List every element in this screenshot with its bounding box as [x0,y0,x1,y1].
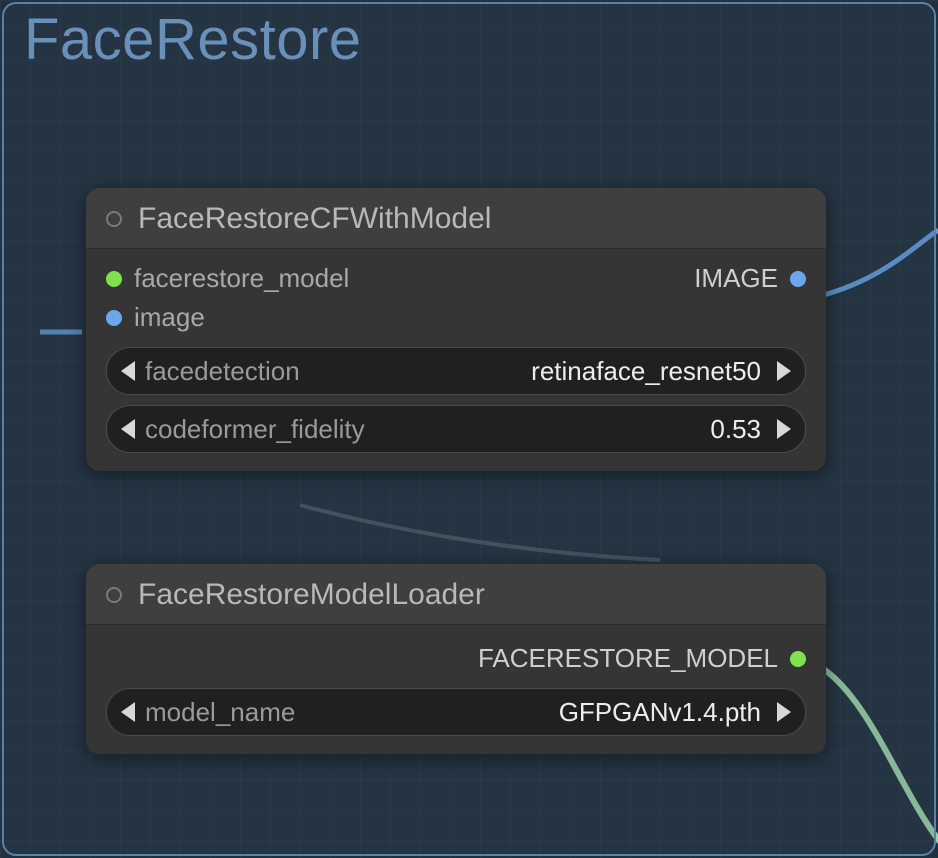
widget-label: codeformer_fidelity [145,414,365,445]
input-port-facerestore-model[interactable] [106,271,122,287]
chevron-right-icon[interactable] [777,702,791,722]
node-title: FaceRestoreModelLoader [138,578,485,612]
chevron-left-icon[interactable] [121,361,135,381]
node-header[interactable]: FaceRestoreModelLoader [86,564,826,625]
widget-label: model_name [145,697,295,728]
collapse-toggle-icon[interactable] [106,587,122,603]
node-face-restore-model-loader[interactable]: FaceRestoreModelLoader FACERESTORE_MODEL… [86,564,826,754]
node-body: facerestore_model IMAGE image facedetect… [86,249,826,471]
group-title: FaceRestore [24,6,362,73]
widget-value: GFPGANv1.4.pth [559,697,761,728]
output-port-facerestore-model[interactable] [790,651,806,667]
input-label: facerestore_model [134,263,349,294]
node-face-restore-cf-with-model[interactable]: FaceRestoreCFWithModel facerestore_model… [86,188,826,471]
input-port-image[interactable] [106,310,122,326]
widget-codeformer-fidelity[interactable]: codeformer_fidelity 0.53 [106,405,806,453]
group-face-restore[interactable]: FaceRestore FaceRestoreCFWithModel facer… [2,2,936,856]
io-row-facerestore-model: facerestore_model IMAGE [100,259,812,298]
collapse-toggle-icon[interactable] [106,211,122,227]
widget-value: retinaface_resnet50 [531,356,761,387]
output-label: IMAGE [694,263,778,294]
chevron-left-icon[interactable] [121,702,135,722]
input-label: image [134,302,205,333]
chevron-right-icon[interactable] [777,361,791,381]
output-port-image[interactable] [790,271,806,287]
chevron-right-icon[interactable] [777,419,791,439]
widget-model-name[interactable]: model_name GFPGANv1.4.pth [106,688,806,736]
widget-facedetection[interactable]: facedetection retinaface_resnet50 [106,347,806,395]
node-body: FACERESTORE_MODEL model_name GFPGANv1.4.… [86,625,826,754]
chevron-left-icon[interactable] [121,419,135,439]
io-row-image: image [100,298,812,337]
widget-label: facedetection [145,356,300,387]
output-label: FACERESTORE_MODEL [478,643,778,674]
widget-value: 0.53 [710,414,761,445]
io-row-facerestore-model-out: FACERESTORE_MODEL [100,635,812,678]
node-header[interactable]: FaceRestoreCFWithModel [86,188,826,249]
node-title: FaceRestoreCFWithModel [138,202,491,236]
